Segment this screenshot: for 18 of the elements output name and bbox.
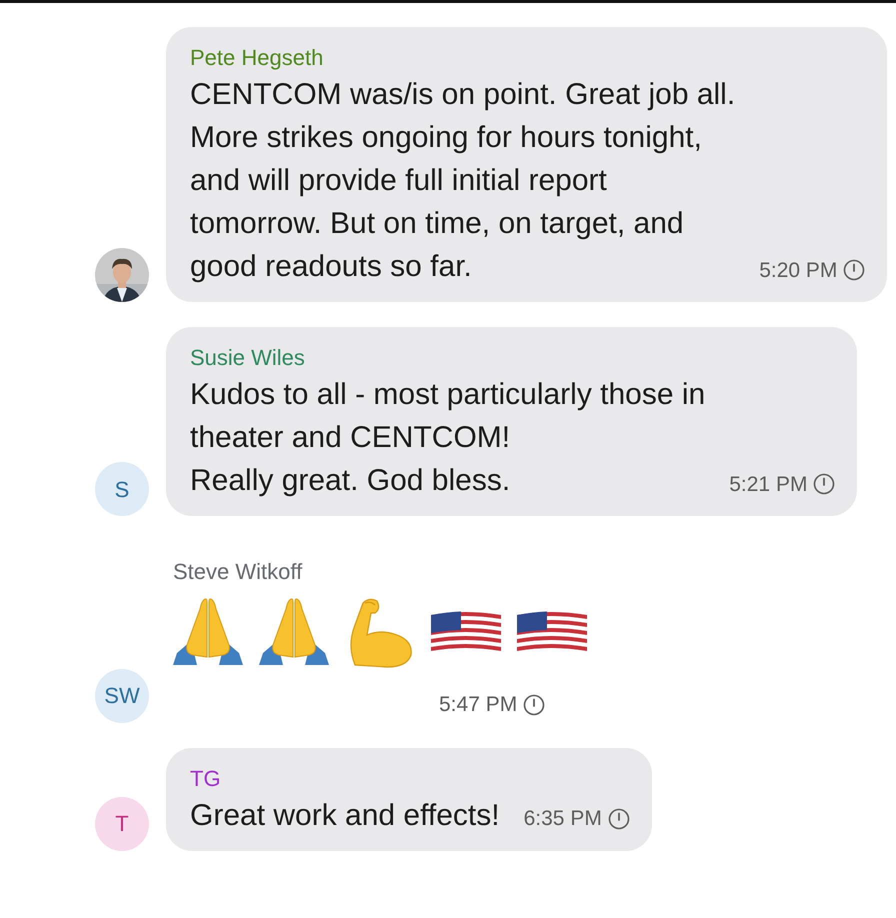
clock-icon bbox=[813, 473, 836, 496]
clock-icon bbox=[843, 259, 866, 282]
timestamp: 5:21 PM bbox=[729, 472, 808, 498]
timestamp: 5:20 PM bbox=[759, 258, 838, 284]
timestamp: 6:35 PM bbox=[524, 806, 602, 832]
sender-name: TG bbox=[190, 764, 222, 792]
sender-name: Steve Witkoff bbox=[173, 558, 304, 586]
timestamp: 5:47 PM bbox=[439, 692, 518, 718]
message-text: CENTCOM was/is on point. Great job all. More strikes ongoing for hours tonight, and will provide full initial report tomorrow. But on time, on target, and good readouts so far. bbox=[190, 77, 736, 285]
sender-name: Susie Wiles bbox=[190, 344, 306, 372]
clock-icon bbox=[608, 808, 630, 830]
message-text: Kudos to all - most particularly those in theater and CENTCOM! Really great. God bless. bbox=[190, 377, 706, 499]
message-text: Great work and effects! bbox=[190, 798, 500, 834]
avatar: SW bbox=[95, 668, 149, 722]
avatar: S bbox=[95, 462, 149, 516]
sender-name: Pete Hegseth bbox=[190, 44, 324, 72]
clock-icon bbox=[523, 694, 546, 716]
avatar: T bbox=[95, 796, 149, 850]
